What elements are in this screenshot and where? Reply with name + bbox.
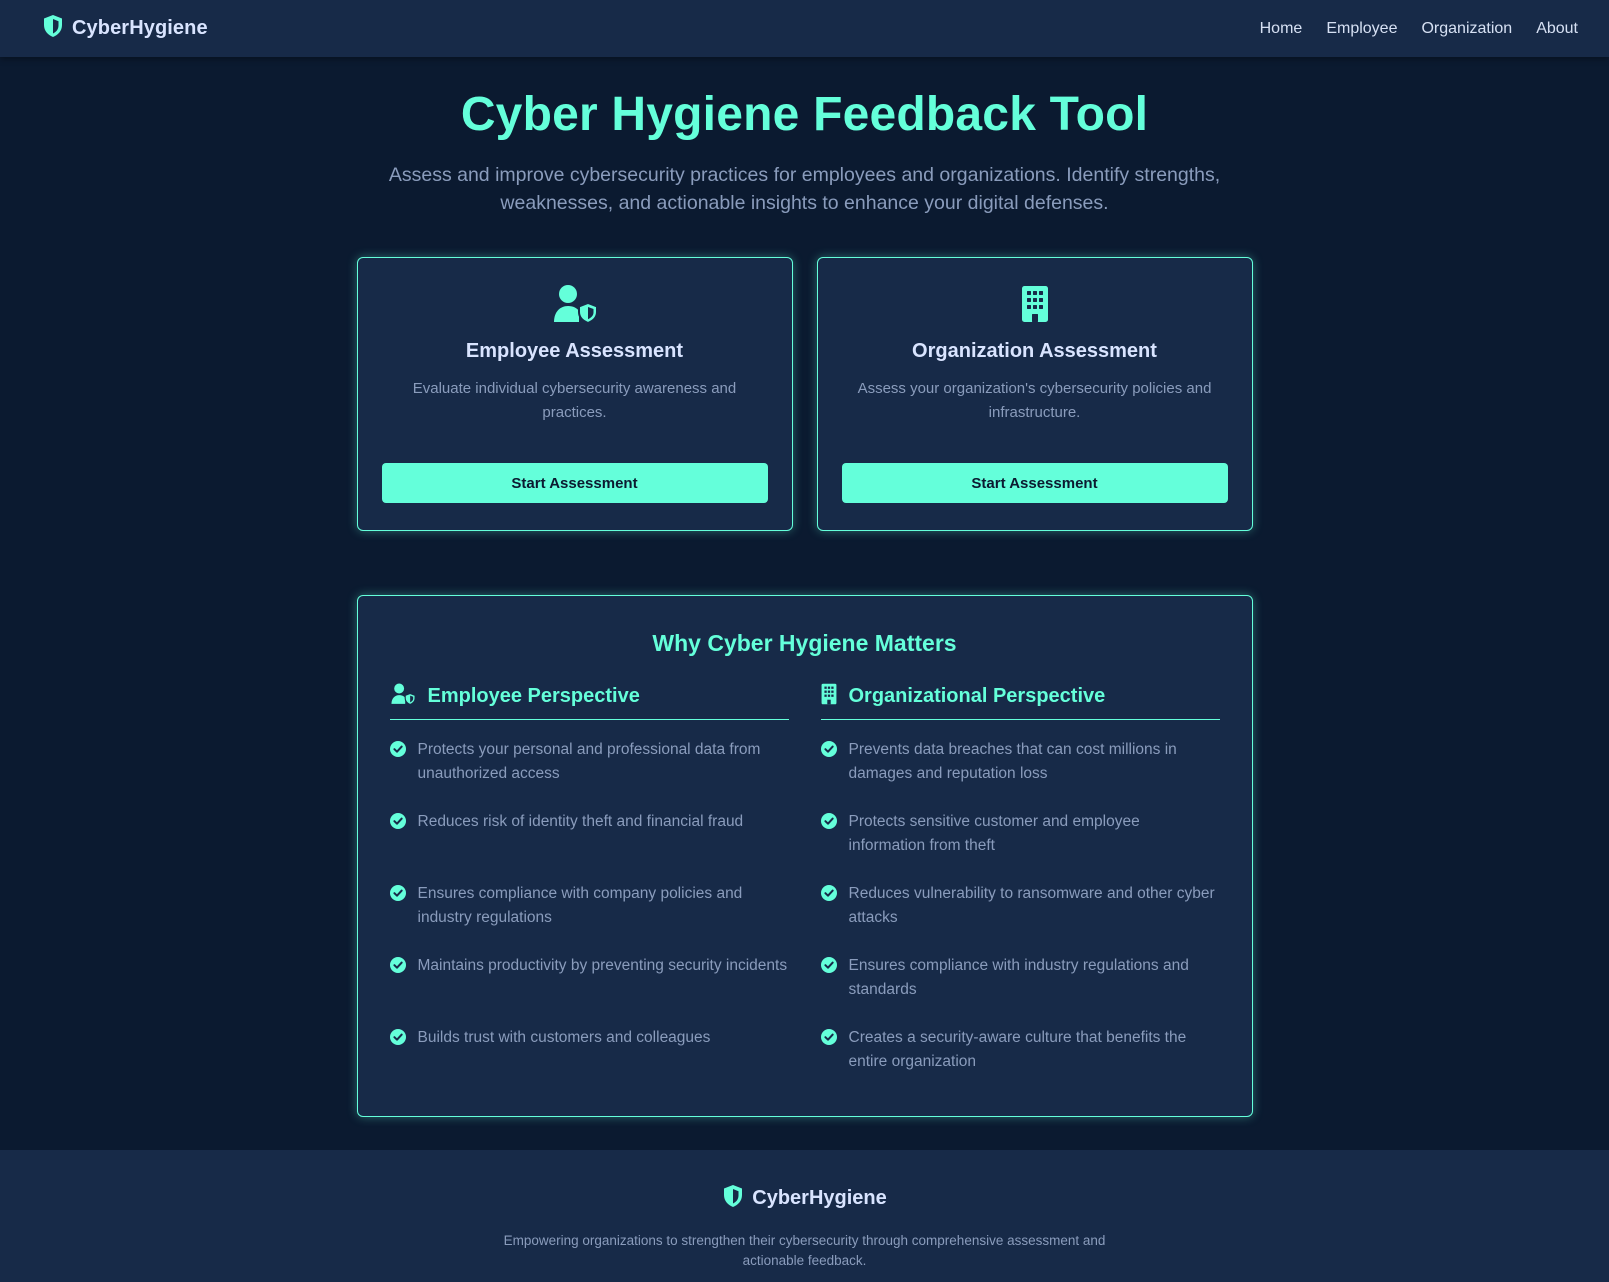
start-employee-assessment-button[interactable]: Start Assessment bbox=[381, 463, 768, 503]
hero: Cyber Hygiene Feedback Tool Assess and i… bbox=[0, 57, 1609, 217]
nav-link-organization[interactable]: Organization bbox=[1421, 20, 1512, 38]
list-item-text: Maintains productivity by preventing sec… bbox=[417, 957, 788, 974]
column-header: Organizational Perspective bbox=[820, 683, 1220, 720]
nav-link-home[interactable]: Home bbox=[1260, 20, 1303, 38]
column-title: Employee Perspective bbox=[427, 685, 640, 707]
column-title: Organizational Perspective bbox=[848, 685, 1106, 707]
card-title: Organization Assessment bbox=[912, 340, 1157, 362]
card-title: Employee Assessment bbox=[465, 340, 684, 362]
start-organization-assessment-button[interactable]: Start Assessment bbox=[841, 463, 1228, 503]
footer-tagline: Empowering organizations to strengthen t… bbox=[503, 1233, 1106, 1268]
list-item-text: Prevents data breaches that can cost mil… bbox=[848, 741, 1177, 782]
column-header: Employee Perspective bbox=[389, 683, 789, 720]
check-circle-icon bbox=[820, 885, 837, 901]
list-item: Ensures compliance with industry regulat… bbox=[820, 954, 1220, 1026]
check-circle-icon bbox=[820, 741, 837, 757]
user-shield-icon bbox=[390, 683, 416, 710]
why-cyber-hygiene-section: Why Cyber Hygiene Matters Employee Persp… bbox=[356, 595, 1253, 1117]
footer-brand[interactable]: CyberHygiene bbox=[722, 1184, 887, 1213]
shield-icon bbox=[722, 1184, 744, 1213]
user-shield-icon bbox=[552, 282, 598, 326]
list-item: Protects sensitive customer and employee… bbox=[820, 810, 1220, 882]
organization-assessment-card: Organization Assessment Assess your orga… bbox=[816, 257, 1253, 531]
list-item-text: Ensures compliance with industry regulat… bbox=[848, 957, 1189, 998]
list-item-text: Ensures compliance with company policies… bbox=[417, 885, 743, 926]
check-circle-icon bbox=[820, 813, 837, 829]
check-circle-icon bbox=[389, 1029, 406, 1045]
card-description: Assess your organization's cybersecurity… bbox=[857, 380, 1212, 421]
brand-name: CyberHygiene bbox=[72, 17, 208, 39]
perspective-columns: Employee Perspective Protects your perso… bbox=[389, 683, 1220, 1098]
list-item: Builds trust with customers and colleagu… bbox=[389, 1026, 789, 1098]
organization-benefits-list: Prevents data breaches that can cost mil… bbox=[820, 738, 1220, 1098]
brand-logo[interactable]: CyberHygiene bbox=[42, 14, 208, 43]
list-item: Protects your personal and professional … bbox=[389, 738, 789, 810]
assessment-cards: Employee Assessment Evaluate individual … bbox=[0, 257, 1609, 531]
employee-perspective-column: Employee Perspective Protects your perso… bbox=[389, 683, 789, 1098]
check-circle-icon bbox=[820, 1029, 837, 1045]
check-circle-icon bbox=[389, 813, 406, 829]
employee-benefits-list: Protects your personal and professional … bbox=[389, 738, 789, 1098]
check-circle-icon bbox=[389, 885, 406, 901]
shield-icon bbox=[42, 14, 64, 43]
card-description: Evaluate individual cybersecurity awaren… bbox=[412, 380, 737, 421]
list-item-text: Protects sensitive customer and employee… bbox=[848, 813, 1140, 854]
nav-links: Home Employee Organization About bbox=[1260, 20, 1578, 38]
hero-subtitle: Assess and improve cybersecurity practic… bbox=[388, 164, 1221, 214]
footer: CyberHygiene Empowering organizations to… bbox=[0, 1150, 1609, 1282]
building-icon bbox=[821, 683, 837, 710]
list-item-text: Reduces vulnerability to ransomware and … bbox=[848, 885, 1215, 926]
nav-link-employee[interactable]: Employee bbox=[1326, 20, 1397, 38]
check-circle-icon bbox=[820, 957, 837, 973]
footer-brand-name: CyberHygiene bbox=[752, 1187, 887, 1209]
list-item: Ensures compliance with company policies… bbox=[389, 882, 789, 954]
section-title: Why Cyber Hygiene Matters bbox=[652, 630, 957, 656]
list-item: Reduces vulnerability to ransomware and … bbox=[820, 882, 1220, 954]
nav-link-about[interactable]: About bbox=[1536, 20, 1578, 38]
page-title: Cyber Hygiene Feedback Tool bbox=[460, 88, 1149, 141]
list-item: Creates a security-aware culture that be… bbox=[820, 1026, 1220, 1098]
list-item: Maintains productivity by preventing sec… bbox=[389, 954, 789, 1026]
list-item: Prevents data breaches that can cost mil… bbox=[820, 738, 1220, 810]
organization-perspective-column: Organizational Perspective Prevents data… bbox=[820, 683, 1220, 1098]
list-item: Reduces risk of identity theft and finan… bbox=[389, 810, 789, 882]
list-item-text: Creates a security-aware culture that be… bbox=[848, 1029, 1187, 1070]
check-circle-icon bbox=[389, 957, 406, 973]
list-item-text: Builds trust with customers and colleagu… bbox=[417, 1029, 711, 1046]
navbar: CyberHygiene Home Employee Organization … bbox=[0, 0, 1609, 57]
check-circle-icon bbox=[389, 741, 406, 757]
building-icon bbox=[1021, 282, 1049, 326]
employee-assessment-card: Employee Assessment Evaluate individual … bbox=[356, 257, 793, 531]
list-item-text: Protects your personal and professional … bbox=[417, 741, 761, 782]
list-item-text: Reduces risk of identity theft and finan… bbox=[417, 813, 744, 830]
